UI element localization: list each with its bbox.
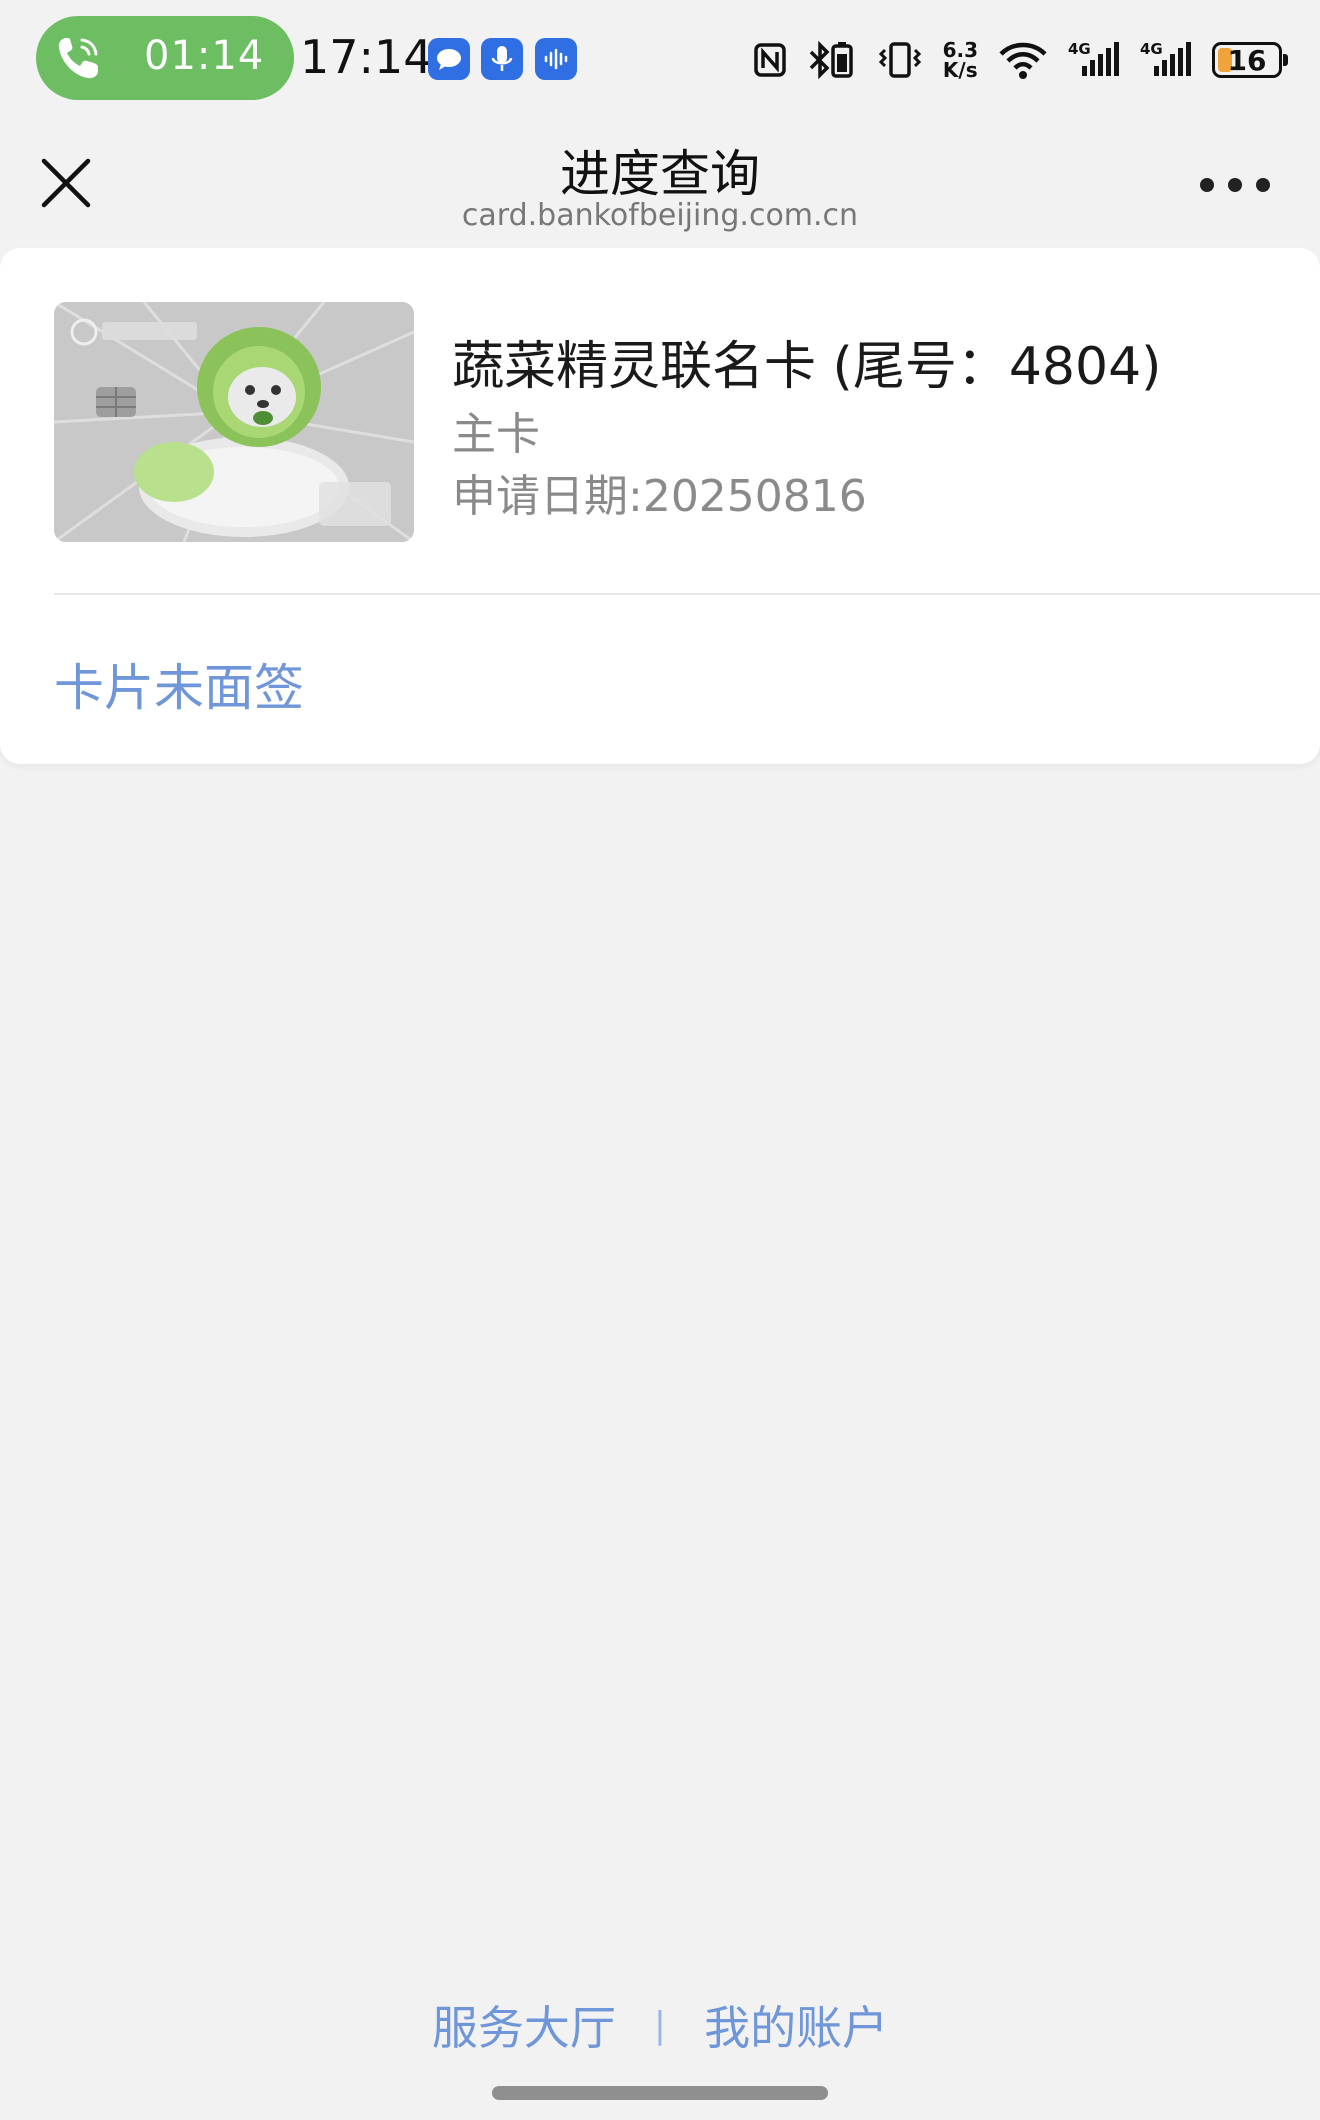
svg-text:4G: 4G <box>1068 40 1091 58</box>
battery-level: 16 <box>1227 43 1267 77</box>
page-title: 进度查询 <box>560 145 760 203</box>
page-url: card.bankofbeijing.com.cn <box>461 198 859 233</box>
title-bar: 进度查询 card.bankofbeijing.com.cn <box>0 118 1320 248</box>
home-indicator[interactable] <box>492 2086 828 2100</box>
phone-icon <box>58 38 98 79</box>
bluetooth-battery-icon <box>809 40 853 80</box>
network-speed-value: 6.3 <box>942 38 978 62</box>
vibrate-icon <box>878 42 921 78</box>
signal-4g-icon: 4G <box>1140 40 1191 76</box>
card-status-link[interactable]: 卡片未面签 <box>54 648 304 720</box>
svg-text:4G: 4G <box>1140 40 1163 58</box>
wifi-icon <box>999 42 1047 79</box>
more-dot <box>1256 178 1270 192</box>
card-progress-panel[interactable]: 蔬菜精灵联名卡 (尾号：4804) 主卡 申请日期:20250816 卡片未面签 <box>0 248 1320 764</box>
status-clock: 17:14 <box>300 30 433 84</box>
more-dot <box>1200 178 1214 192</box>
screen: 01:14 17:14 6.3 K/s 4G 4G 16 进度查询 card.b… <box>0 0 1320 2120</box>
credit-card-image <box>54 302 414 542</box>
card-name: 蔬菜精灵联名卡 (尾号：4804) <box>452 337 1162 397</box>
card-artwork <box>54 302 414 542</box>
nfc-icon <box>753 43 786 77</box>
service-hall-link[interactable]: 服务大厅 <box>432 1992 616 2058</box>
more-options-icon[interactable] <box>1200 173 1270 197</box>
system-status-icons: 6.3 K/s 4G 4G 16 <box>753 36 1288 84</box>
more-dot <box>1228 178 1242 192</box>
microphone-icon <box>481 38 523 80</box>
message-icon <box>428 38 470 80</box>
network-speed-unit: K/s <box>942 58 978 82</box>
footer-separator: | <box>653 2004 667 2046</box>
footer-links: 服务大厅 | 我的账户 <box>0 1990 1320 2060</box>
network-speed: 6.3 K/s <box>943 40 978 80</box>
status-bar: 01:14 17:14 6.3 K/s 4G 4G 16 <box>0 0 1320 118</box>
audio-wave-icon <box>535 38 577 80</box>
signal-4g-icon: 4G <box>1068 40 1119 76</box>
ongoing-call-pill[interactable]: 01:14 <box>36 16 294 100</box>
card-type: 主卡 <box>452 409 540 460</box>
card-apply-date: 申请日期:20250816 <box>452 471 867 522</box>
divider <box>54 593 1320 595</box>
call-timer: 01:14 <box>144 33 265 79</box>
my-account-link[interactable]: 我的账户 <box>704 1992 888 2058</box>
battery-indicator: 16 <box>1212 42 1288 78</box>
